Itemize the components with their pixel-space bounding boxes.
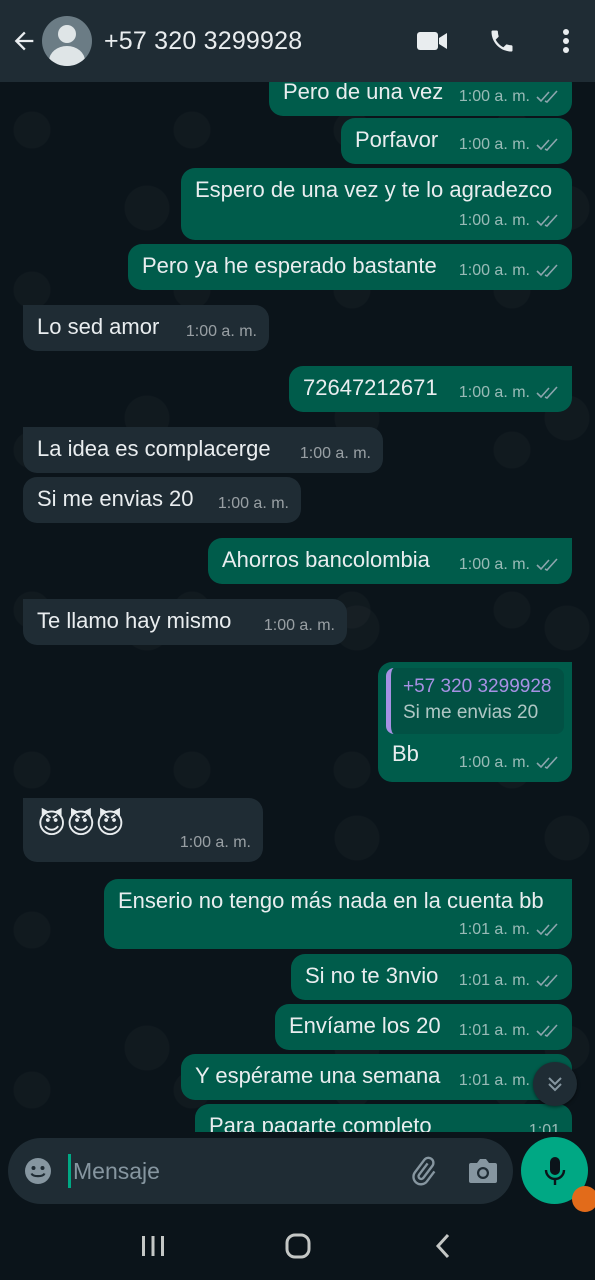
message-time: 1:01 xyxy=(528,1122,560,1132)
read-ticks-icon xyxy=(536,138,558,151)
message-time: 1:01 a. m. xyxy=(458,1072,530,1089)
message-text: Ahorros bancolombia xyxy=(222,547,430,572)
message-text: Enserio no tengo más nada en la cuenta b… xyxy=(118,888,544,913)
message-time: 1:00 a. m. xyxy=(458,754,530,771)
quoted-text: Si me envias 20 xyxy=(403,702,539,723)
read-ticks-icon xyxy=(536,974,558,987)
notification-badge xyxy=(572,1186,595,1212)
home-icon xyxy=(285,1233,310,1259)
quoted-sender: +57 320 3299928 xyxy=(403,676,552,697)
scroll-down-icon xyxy=(548,1077,562,1092)
system-nav-bar xyxy=(0,1212,595,1280)
text-caret xyxy=(68,1154,71,1188)
read-ticks-icon xyxy=(536,264,558,277)
contact-name[interactable]: +57 320 3299928 xyxy=(104,27,302,56)
message-text: Pero ya he esperado bastante xyxy=(142,253,437,278)
message-time: 1:00 a. m. xyxy=(458,88,530,105)
message-text: Si me envias 20 xyxy=(37,486,194,511)
back-nav-button[interactable] xyxy=(413,1216,473,1276)
quoted-message[interactable]: +57 320 3299928 Si me envias 20 xyxy=(386,668,564,734)
message-bubble[interactable]: Te llamo hay mismo 1:00 a. m. xyxy=(23,599,347,645)
message-time: 1:00 a. m. xyxy=(458,136,530,153)
message-bubble[interactable]: Pero de una vez 1:00 a. m. xyxy=(269,82,572,116)
message-text: Pero de una vez xyxy=(283,82,444,104)
voice-call-button[interactable] xyxy=(467,0,537,82)
read-ticks-icon xyxy=(536,558,558,571)
home-button[interactable] xyxy=(268,1216,328,1276)
read-ticks-icon xyxy=(536,756,558,769)
recent-apps-icon xyxy=(141,1236,164,1256)
message-bubble[interactable]: Si no te 3nvio 1:01 a. m. xyxy=(291,954,572,1000)
read-ticks-icon xyxy=(536,1024,558,1037)
message-time: 1:00 a. m. xyxy=(458,556,530,573)
chat-header: +57 320 3299928 xyxy=(0,0,595,82)
read-ticks-icon xyxy=(536,386,558,399)
scroll-to-bottom-button[interactable] xyxy=(533,1062,577,1106)
read-ticks-icon xyxy=(536,923,558,936)
emoji-button[interactable] xyxy=(8,1138,68,1204)
video-call-icon xyxy=(417,32,447,50)
message-text: Envíame los 20 xyxy=(289,1013,441,1038)
attach-button[interactable] xyxy=(393,1138,453,1204)
message-text: Para pagarte completo xyxy=(209,1113,432,1132)
message-text: Si no te 3nvio xyxy=(305,963,439,988)
message-bubble[interactable]: Y espérame una semana 1:01 a. m. xyxy=(181,1054,572,1100)
message-text: Bb xyxy=(392,741,419,766)
phone-icon xyxy=(491,30,513,52)
message-time: 1:00 a. m. xyxy=(185,323,257,340)
message-bubble[interactable]: La idea es complacerge 1:00 a. m. xyxy=(23,427,383,473)
message-time: 1:00 a. m. xyxy=(217,495,289,512)
message-bubble[interactable]: 😈😈😈 1:00 a. m. xyxy=(23,798,263,862)
message-text: Te llamo hay mismo xyxy=(37,608,232,633)
message-bubble[interactable]: Envíame los 20 1:01 a. m. xyxy=(275,1004,572,1050)
message-bubble[interactable]: Si me envias 20 1:00 a. m. xyxy=(23,477,301,523)
message-time: 1:00 a. m. xyxy=(458,384,530,401)
read-ticks-icon xyxy=(536,214,558,227)
read-ticks-icon xyxy=(536,90,558,103)
message-input-placeholder: Mensaje xyxy=(73,1157,160,1184)
attach-icon xyxy=(412,1156,436,1186)
message-time: 1:01 a. m. xyxy=(458,921,530,938)
mic-icon xyxy=(544,1156,565,1185)
message-bubble[interactable]: Para pagarte completo 1:01 xyxy=(195,1104,572,1132)
message-text: 😈😈😈 xyxy=(37,808,125,839)
message-time: 1:00 a. m. xyxy=(299,445,371,462)
message-time: 1:00 a. m. xyxy=(263,617,335,634)
message-composer: Mensaje xyxy=(8,1138,513,1204)
message-text: La idea es complacerge xyxy=(37,436,271,461)
message-bubble[interactable]: Ahorros bancolombia 1:00 a. m. xyxy=(208,538,572,584)
message-bubble[interactable]: 72647212671 1:00 a. m. xyxy=(289,366,572,412)
message-text: 72647212671 xyxy=(303,375,438,400)
message-bubble[interactable]: Lo sed amor 1:00 a. m. xyxy=(23,305,269,351)
emoji-icon xyxy=(25,1158,51,1184)
more-vert-icon xyxy=(563,29,569,53)
message-time: 1:01 a. m. xyxy=(458,972,530,989)
back-arrow-icon xyxy=(14,31,34,51)
back-button[interactable] xyxy=(2,0,46,82)
message-bubble[interactable]: Espero de una vez y te lo agradezco 1:00… xyxy=(181,168,572,240)
message-bubble[interactable]: Pero ya he esperado bastante 1:00 a. m. xyxy=(128,244,572,290)
message-input[interactable]: Mensaje xyxy=(68,1138,393,1204)
message-text: Espero de una vez y te lo agradezco xyxy=(195,177,553,202)
message-text: Lo sed amor xyxy=(37,314,160,339)
message-time: 1:00 a. m. xyxy=(458,212,530,229)
message-list[interactable]: Pero de una vez 1:00 a. m. Porfavor 1:00… xyxy=(0,82,595,1132)
recent-apps-button[interactable] xyxy=(123,1216,183,1276)
more-options-button[interactable] xyxy=(537,0,595,82)
message-time: 1:00 a. m. xyxy=(458,262,530,279)
message-text: Y espérame una semana xyxy=(195,1063,441,1088)
message-time: 1:01 a. m. xyxy=(458,1022,530,1039)
message-time: 1:00 a. m. xyxy=(179,834,251,851)
message-bubble[interactable]: Enserio no tengo más nada en la cuenta b… xyxy=(104,879,572,949)
camera-button[interactable] xyxy=(453,1138,513,1204)
camera-icon xyxy=(469,1159,497,1183)
video-call-button[interactable] xyxy=(397,0,467,82)
message-text: Porfavor xyxy=(355,127,439,152)
reply-message-bubble[interactable]: +57 320 3299928 Si me envias 20 Bb 1:00 … xyxy=(378,662,572,782)
message-bubble[interactable]: Porfavor 1:00 a. m. xyxy=(341,118,572,164)
back-chevron-icon xyxy=(435,1233,449,1259)
avatar[interactable] xyxy=(42,16,92,66)
